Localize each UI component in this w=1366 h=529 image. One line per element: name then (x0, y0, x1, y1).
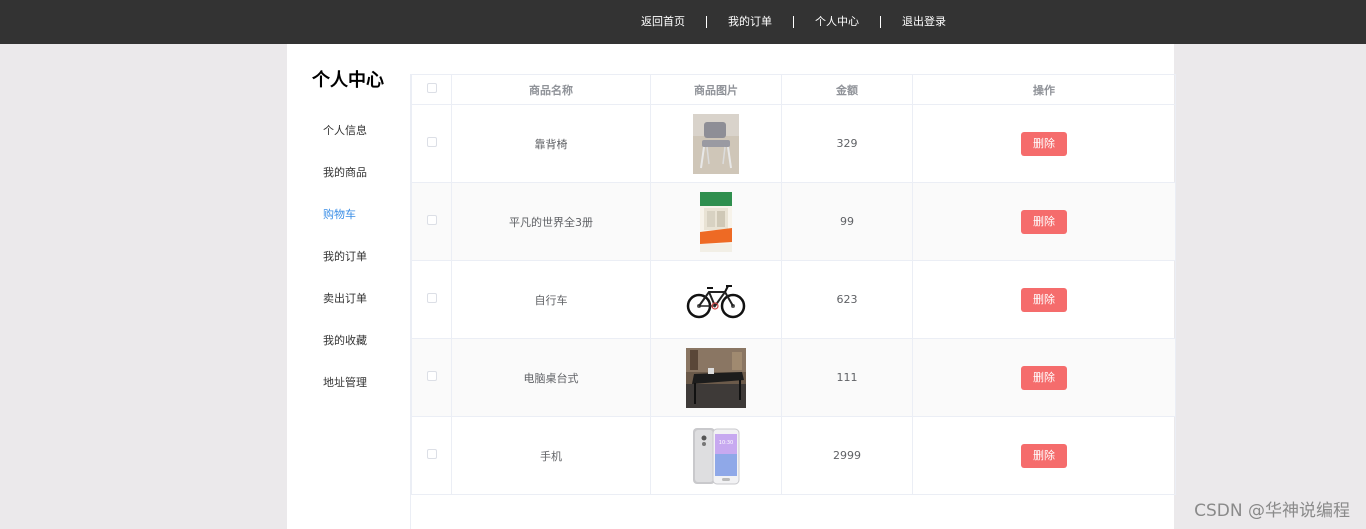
row-action-cell: 删除 (912, 260, 1176, 339)
header-image: 商品图片 (650, 74, 782, 105)
header-select-all (411, 74, 452, 105)
nav-profile-link[interactable]: 个人中心 (794, 15, 880, 29)
row-price: 329 (781, 104, 913, 183)
header-name: 商品名称 (451, 74, 651, 105)
delete-button[interactable]: 删除 (1021, 209, 1067, 234)
nav-home-link[interactable]: 返回首页 (620, 15, 706, 29)
header-action: 操作 (912, 74, 1176, 105)
row-action-cell: 删除 (912, 416, 1176, 495)
sidebar-item-favorites[interactable]: 我的收藏 (323, 334, 367, 376)
delete-button[interactable]: 删除 (1021, 287, 1067, 312)
row-select-cell (411, 182, 452, 261)
sidebar-item-my-orders[interactable]: 我的订单 (323, 250, 367, 292)
row-select-cell (411, 104, 452, 183)
row-price: 2999 (781, 416, 913, 495)
table-row: 电脑桌台式 111 删除 (411, 338, 1176, 417)
row-checkbox[interactable] (426, 371, 437, 381)
table-header-row: 商品名称 商品图片 金额 操作 (411, 74, 1176, 105)
row-action-cell: 删除 (912, 338, 1176, 417)
row-checkbox[interactable] (426, 215, 437, 225)
row-price: 99 (781, 182, 913, 261)
sidebar-item-cart[interactable]: 购物车 (323, 208, 367, 250)
watermark-text: CSDN @华神说编程 (1194, 501, 1350, 521)
row-action-cell: 删除 (912, 104, 1176, 183)
phone-image: 10:30 (691, 425, 741, 486)
nav-logout-link[interactable]: 退出登录 (881, 15, 967, 29)
row-name: 自行车 (451, 260, 651, 339)
cart-table: 商品名称 商品图片 金额 操作 靠背椅 329 删除 平凡的世界全3册 99 删… (411, 74, 1176, 495)
chair-image (693, 113, 739, 174)
row-checkbox[interactable] (426, 137, 437, 147)
row-image-cell (650, 338, 782, 417)
row-name: 平凡的世界全3册 (451, 182, 651, 261)
nav-orders-link[interactable]: 我的订单 (707, 15, 793, 29)
table-row: 靠背椅 329 删除 (411, 104, 1176, 183)
header-price: 金额 (781, 74, 913, 105)
delete-button[interactable]: 删除 (1021, 131, 1067, 156)
row-select-cell (411, 260, 452, 339)
sidebar-item-my-products[interactable]: 我的商品 (323, 166, 367, 208)
sidebar-item-sold-orders[interactable]: 卖出订单 (323, 292, 367, 334)
row-select-cell (411, 338, 452, 417)
row-image-cell (650, 182, 782, 261)
row-name: 电脑桌台式 (451, 338, 651, 417)
sidebar-item-address[interactable]: 地址管理 (323, 376, 367, 418)
desk-image (686, 347, 746, 408)
row-name: 靠背椅 (451, 104, 651, 183)
delete-button[interactable]: 删除 (1021, 443, 1067, 468)
sidebar-title: 个人中心 (312, 70, 384, 91)
top-nav-links: 返回首页 我的订单 个人中心 退出登录 (620, 0, 967, 44)
sidebar: 个人中心 个人信息 我的商品 购物车 我的订单 卖出订单 我的收藏 地址管理 (287, 44, 410, 529)
svg-text:10:30: 10:30 (719, 440, 733, 446)
top-navbar: 返回首页 我的订单 个人中心 退出登录 (0, 0, 1366, 44)
select-all-checkbox[interactable] (426, 83, 437, 93)
table-row: 手机 10:30 2999 删除 (411, 416, 1176, 495)
row-image-cell (650, 260, 782, 339)
table-row: 平凡的世界全3册 99 删除 (411, 182, 1176, 261)
sidebar-item-profile-info[interactable]: 个人信息 (323, 124, 367, 166)
row-image-cell: 10:30 (650, 416, 782, 495)
book-image (700, 191, 732, 252)
row-select-cell (411, 416, 452, 495)
row-image-cell (650, 104, 782, 183)
row-name: 手机 (451, 416, 651, 495)
bicycle-image (685, 279, 747, 320)
delete-button[interactable]: 删除 (1021, 365, 1067, 390)
row-price: 111 (781, 338, 913, 417)
table-row: 自行车 623 删除 (411, 260, 1176, 339)
cart-table-container: 商品名称 商品图片 金额 操作 靠背椅 329 删除 平凡的世界全3册 99 删… (410, 74, 1176, 529)
row-checkbox[interactable] (426, 449, 437, 459)
sidebar-menu: 个人信息 我的商品 购物车 我的订单 卖出订单 我的收藏 地址管理 (323, 124, 367, 418)
row-checkbox[interactable] (426, 293, 437, 303)
row-action-cell: 删除 (912, 182, 1176, 261)
main-panel: 个人中心 个人信息 我的商品 购物车 我的订单 卖出订单 我的收藏 地址管理 商… (287, 44, 1176, 529)
row-price: 623 (781, 260, 913, 339)
